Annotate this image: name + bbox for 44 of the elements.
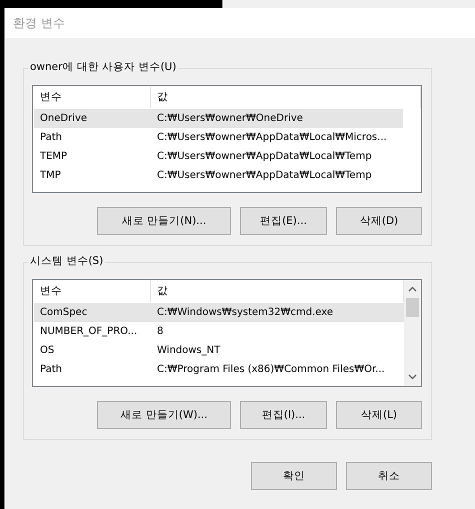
variable-value: C:₩Users₩owner₩AppData₩Local₩Micros...: [156, 132, 388, 143]
dialog-button[interactable]: 확인: [251, 462, 337, 490]
dialog-button[interactable]: 새로 만들기(W)...: [97, 401, 231, 429]
variable-name: OS: [39, 345, 56, 356]
dialog-button[interactable]: 새로 만들기(N)...: [97, 207, 231, 235]
column-header[interactable]: 변수: [34, 280, 151, 302]
variable-value: Windows_NT: [156, 345, 222, 356]
variable-name: TMP: [39, 170, 62, 181]
list-row[interactable]: OneDrive C:₩Users₩owner₩OneDrive: [34, 109, 403, 128]
dialog-button[interactable]: 삭제(L): [336, 401, 422, 429]
variable-list[interactable]: 변수 값 ComSpec C:₩Windows₩system32₩cmd.exe NUMBER_OF_PRO... 8 OS Windows_NT Path C:₩Program Files (x86)₩Common Files₩Or...: [32, 279, 422, 387]
list-row[interactable]: ComSpec C:₩Windows₩system32₩cmd.exe: [34, 303, 404, 322]
scroll-thumb[interactable]: [406, 298, 419, 317]
dialog-button[interactable]: 편집(E)...: [240, 207, 327, 235]
list-row[interactable]: Path C:₩Program Files (x86)₩Common Files₩Or...: [34, 360, 404, 379]
variable-name: OneDrive: [39, 113, 88, 124]
variable-value: C:₩Windows₩system32₩cmd.exe: [156, 307, 334, 318]
variable-name: ComSpec: [39, 307, 88, 318]
dialog-button[interactable]: 삭제(D): [336, 207, 422, 235]
list-row[interactable]: NUMBER_OF_PRO... 8: [34, 322, 404, 341]
list-row[interactable]: TMP C:₩Users₩owner₩AppData₩Local₩Temp: [34, 166, 403, 185]
dialog-button[interactable]: 편집(I)...: [240, 401, 327, 429]
variable-name: Path: [39, 132, 63, 143]
column-header[interactable]: 값: [151, 86, 421, 108]
group-label: owner에 대한 사용자 변수(U): [28, 60, 178, 74]
scrollbar[interactable]: [404, 280, 421, 386]
dialog-button[interactable]: 취소: [346, 462, 432, 490]
scroll-down-icon[interactable]: [408, 374, 417, 380]
variable-name: NUMBER_OF_PRO...: [39, 326, 138, 337]
variable-value: C:₩Users₩owner₩AppData₩Local₩Temp: [156, 170, 373, 181]
variable-name: Path: [39, 364, 63, 375]
list-row[interactable]: Path C:₩Users₩owner₩AppData₩Local₩Micros...: [34, 128, 403, 147]
list-row[interactable]: OS Windows_NT: [34, 341, 404, 360]
variable-value: C:₩Users₩owner₩OneDrive: [156, 113, 304, 124]
variable-value: C:₩Users₩owner₩AppData₩Local₩Temp: [156, 151, 373, 162]
variable-value: C:₩Program Files (x86)₩Common Files₩Or...: [156, 364, 386, 375]
variable-name: TEMP: [39, 151, 68, 162]
list-row[interactable]: TEMP C:₩Users₩owner₩AppData₩Local₩Temp: [34, 147, 403, 166]
variable-list[interactable]: 변수 값 OneDrive C:₩Users₩owner₩OneDrive Path C:₩Users₩owner₩AppData₩Local₩Micros... TEMP C:₩Users₩owner₩AppData₩Local₩Temp TMP C:₩Users₩owner₩AppData₩Local₩Temp: [32, 85, 422, 193]
column-header[interactable]: 변수: [34, 86, 151, 108]
scroll-up-icon[interactable]: [408, 286, 417, 292]
variable-value: 8: [156, 326, 164, 337]
window-title: 환경 변수: [13, 14, 65, 32]
group-label: 시스템 변수(S): [28, 254, 106, 268]
